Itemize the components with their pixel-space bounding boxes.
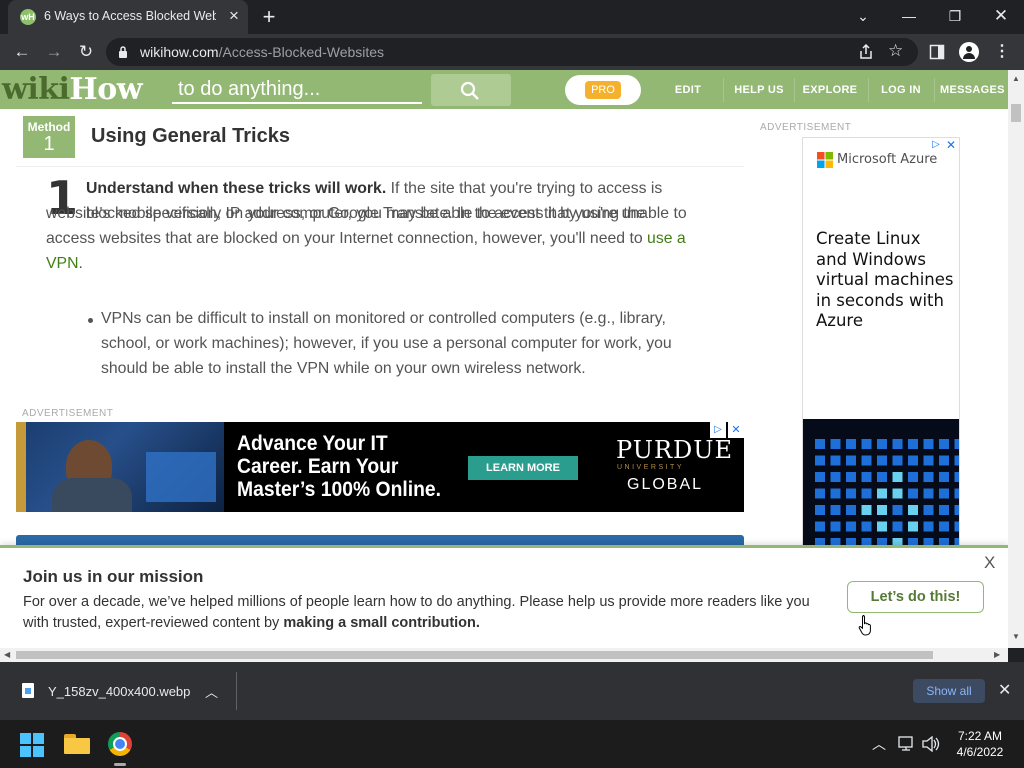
web-page: wikiHow to do anything... PRO EDIT HELP … — [0, 70, 1008, 648]
forward-button[interactable]: → — [42, 40, 66, 64]
contribution-link[interactable]: making a small contribution. — [283, 615, 480, 631]
wikihow-search-button[interactable] — [431, 74, 511, 106]
browser-toolbar: ← → ↻ wikihow.com/Access-Blocked-Website… — [0, 34, 1024, 70]
scroll-up-icon[interactable]: ▲ — [1012, 74, 1020, 83]
share-icon[interactable] — [858, 44, 874, 60]
purdue-ad-banner[interactable]: Advance Your IT Career. Earn Your Master… — [16, 422, 744, 512]
azure-ad-text: Create Linux and Windows virtual machine… — [816, 229, 954, 330]
clock-date: 4/6/2022 — [956, 745, 1004, 759]
banner-body: For over a decade, we’ve helped millions… — [23, 594, 810, 631]
scroll-down-icon[interactable]: ▼ — [1012, 632, 1020, 641]
donation-banner: Join us in our mission For over a decade… — [0, 545, 1008, 648]
method-badge: Method 1 — [23, 116, 75, 158]
nav-edit[interactable]: EDIT — [664, 70, 712, 109]
scrollbar-thumb[interactable] — [16, 651, 933, 659]
nav-divider — [794, 78, 795, 102]
nav-help-us[interactable]: HELP US — [733, 70, 785, 109]
bookmark-star-icon[interactable]: ☆ — [888, 41, 903, 61]
tab-close-icon[interactable]: × — [226, 7, 242, 25]
banner-title: Join us in our mission — [23, 567, 204, 586]
scroll-right-icon[interactable]: ▶ — [994, 650, 1000, 659]
url-text: wikihow.com/Access-Blocked-Websites — [140, 44, 385, 60]
nav-messages[interactable]: MESSAGES — [940, 70, 1004, 109]
azure-side-ad[interactable]: Microsoft Azure ▷ ✕ Create Linux and Win… — [802, 137, 960, 557]
step-text-body: website's mobile version, IP address, or… — [46, 205, 687, 272]
new-tab-button[interactable]: + — [258, 6, 280, 28]
purdue-global: GLOBAL — [627, 476, 704, 493]
network-icon[interactable] — [898, 736, 916, 752]
side-panel-icon[interactable] — [929, 44, 945, 60]
nav-divider — [723, 78, 724, 102]
ad-close-icon[interactable]: ✕ — [943, 138, 959, 152]
browser-tab[interactable]: wH 6 Ways to Access Blocked Websites × — [8, 0, 248, 34]
file-explorer-icon[interactable] — [64, 734, 90, 754]
system-clock[interactable]: 7:22 AM 4/6/2022 — [950, 728, 1010, 760]
azure-brand: Microsoft Azure — [837, 152, 938, 167]
ad-close-icon[interactable]: ✕ — [728, 422, 744, 438]
nav-divider — [934, 78, 935, 102]
wikihow-favicon-icon: wH — [20, 9, 36, 25]
step-headline: Understand when these tricks will work. — [86, 180, 387, 197]
horizontal-scrollbar[interactable]: ◀ ▶ — [0, 648, 1008, 662]
search-icon — [460, 81, 479, 100]
show-all-button[interactable]: Show all — [913, 679, 985, 703]
purdue-university: UNIVERSITY — [617, 464, 685, 471]
lock-icon — [119, 46, 127, 58]
purdue-brand: PURDUE — [616, 436, 734, 464]
download-filename[interactable]: Y_158zv_400x400.webp — [48, 684, 190, 699]
lets-do-this-button[interactable]: Let’s do this! — [847, 581, 984, 613]
tray-chevron-icon[interactable]: ︿ — [872, 734, 886, 754]
wikihow-header: wikiHow to do anything... PRO EDIT HELP … — [0, 70, 1008, 109]
divider — [16, 166, 744, 167]
nav-divider — [868, 78, 869, 102]
banner-close-button[interactable]: X — [984, 553, 995, 573]
vertical-scrollbar[interactable]: ▲ ▼ — [1008, 70, 1024, 648]
method-label: Method — [27, 120, 71, 134]
hand-cursor-icon — [858, 615, 871, 636]
microsoft-logo-icon — [817, 152, 833, 168]
advertisement-label: ADVERTISEMENT — [22, 408, 114, 419]
tab-strip: wH 6 Ways to Access Blocked Websites × +… — [0, 0, 1024, 34]
step-bullet: VPNs can be difficult to install on moni… — [101, 310, 672, 377]
learn-more-button[interactable]: LEARN MORE — [468, 456, 578, 480]
minimize-button[interactable]: — — [889, 3, 929, 29]
pro-button[interactable]: PRO — [565, 75, 641, 105]
wikihow-search-input[interactable]: to do anything... — [172, 76, 422, 104]
browser-menu-icon[interactable]: ⋮ — [994, 41, 1010, 61]
ad-headline: Advance Your IT Career. Earn Your Master… — [237, 432, 442, 501]
close-window-button[interactable]: ✕ — [981, 3, 1021, 29]
restore-button[interactable]: ❐ — [935, 3, 975, 29]
back-button[interactable]: ← — [10, 40, 34, 64]
nav-explore[interactable]: EXPLORE — [801, 70, 859, 109]
download-shelf: Y_158zv_400x400.webp ︿ Show all ✕ — [0, 662, 1024, 720]
file-icon — [22, 683, 34, 698]
ad-photo — [16, 422, 224, 512]
scroll-left-icon[interactable]: ◀ — [4, 650, 10, 659]
volume-icon[interactable] — [922, 736, 940, 752]
address-bar[interactable]: wikihow.com/Access-Blocked-Websites ☆ — [106, 38, 918, 66]
divider — [236, 672, 237, 710]
reload-button[interactable]: ↻ — [74, 40, 98, 64]
side-advertisement-label: ADVERTISEMENT — [760, 122, 852, 133]
profile-avatar-icon[interactable] — [959, 42, 979, 62]
windows-start-icon[interactable] — [20, 733, 44, 757]
windows-taskbar: ︿ 7:22 AM 4/6/2022 — [0, 720, 1024, 768]
pro-badge: PRO — [585, 81, 621, 99]
method-number: 1 — [43, 133, 55, 155]
scrollbar-thumb[interactable] — [1011, 104, 1021, 122]
nav-log-in[interactable]: LOG IN — [876, 70, 926, 109]
chevron-up-icon[interactable]: ︿ — [205, 682, 218, 701]
clock-time: 7:22 AM — [957, 729, 1003, 743]
close-icon[interactable]: ✕ — [998, 680, 1011, 700]
method-title: Using General Tricks — [91, 125, 290, 147]
active-app-indicator — [114, 763, 126, 766]
adchoices-icon[interactable]: ▷ — [929, 138, 943, 152]
adchoices-icon[interactable]: ▷ — [710, 422, 726, 438]
tab-title: 6 Ways to Access Blocked Websites — [44, 9, 216, 23]
bullet-dot — [88, 318, 93, 323]
tab-search-chevron-icon[interactable]: ⌄ — [843, 3, 883, 29]
chrome-icon[interactable] — [108, 732, 132, 756]
azure-grid-graphic — [803, 419, 959, 556]
wikihow-logo[interactable]: wikiHow — [2, 72, 143, 108]
